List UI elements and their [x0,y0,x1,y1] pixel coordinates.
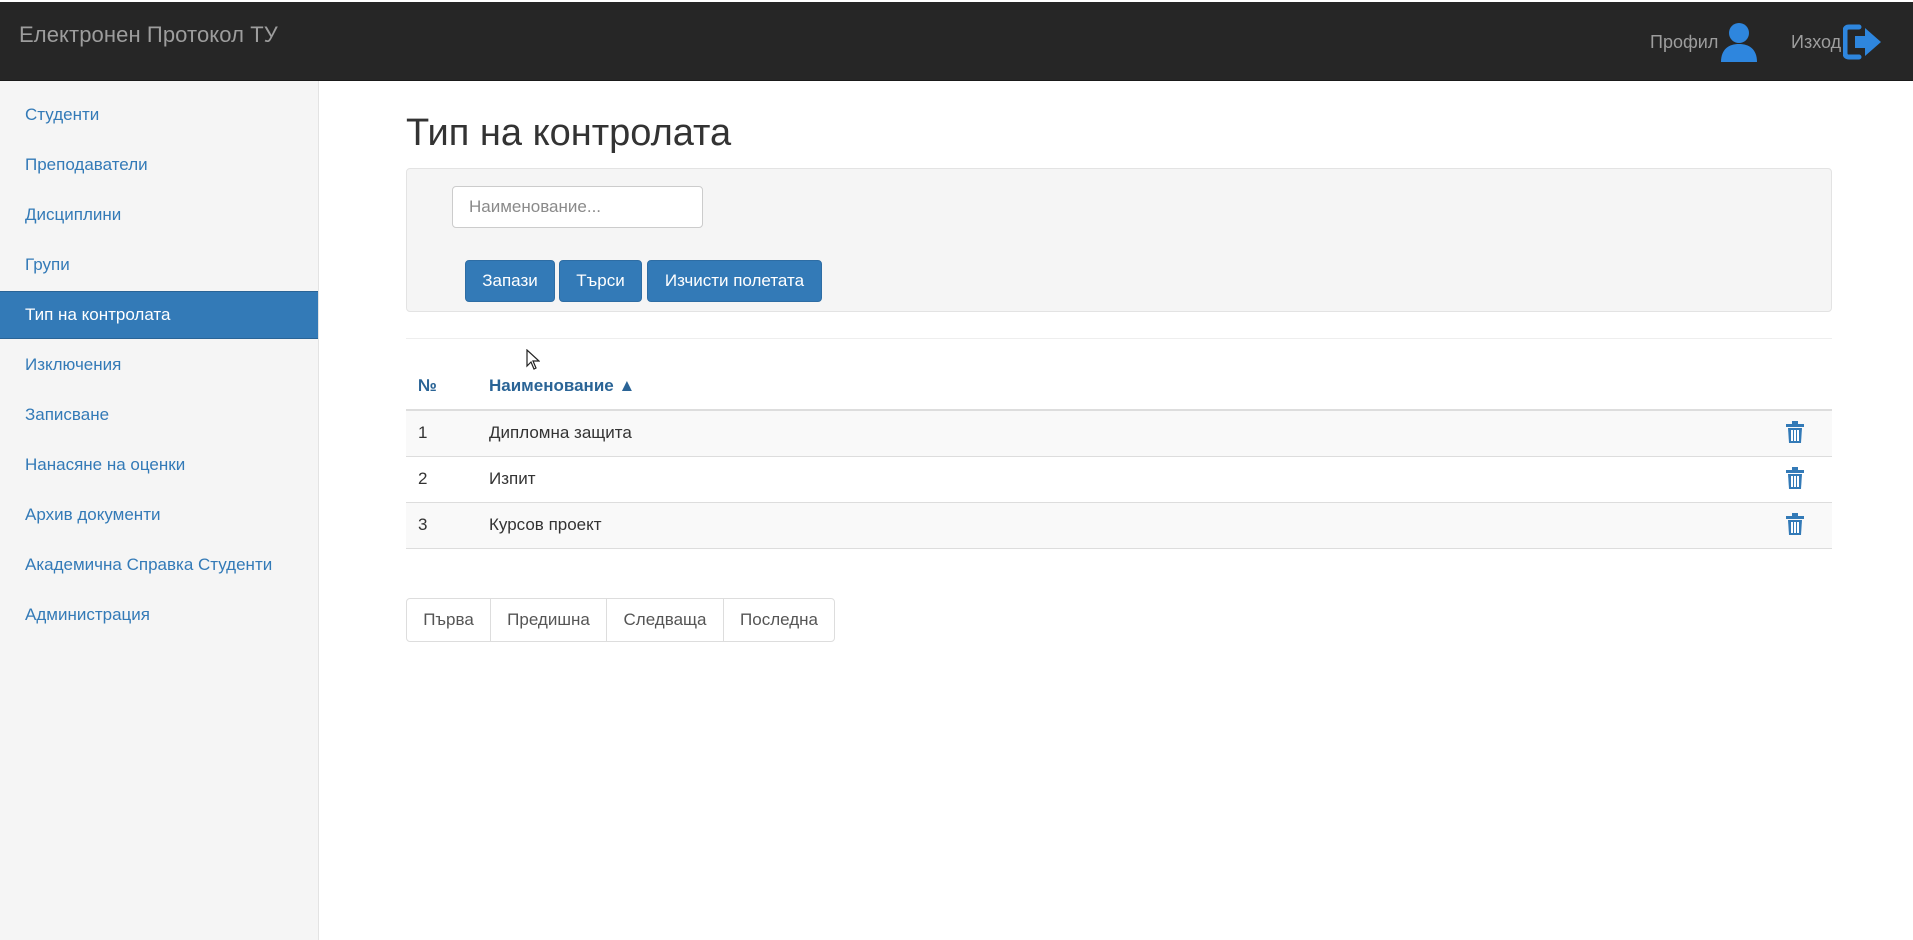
next-page-button[interactable]: Следваща [606,598,724,642]
name-search-input[interactable] [452,186,703,228]
row-number: 3 [418,515,428,534]
table-row: 2 Изпит [406,457,1832,503]
save-button[interactable]: Запази [465,260,555,302]
app-title[interactable]: Електронен Протокол ТУ [19,22,278,48]
column-header-name[interactable]: Наименование ▲ [489,376,635,396]
row-number: 1 [418,423,428,442]
logout-link[interactable]: Изход [1791,18,1883,66]
top-navbar: Електронен Протокол ТУ Профил Изход [0,2,1913,81]
search-button[interactable]: Търси [559,260,642,302]
sidebar-item-exclusions[interactable]: Изключения [0,341,318,389]
trash-icon[interactable] [1786,513,1804,540]
table-row: 1 Дипломна защита [406,411,1832,457]
trash-icon[interactable] [1786,467,1804,494]
row-name: Курсов проект [489,515,602,534]
trash-icon[interactable] [1786,421,1804,448]
sign-out-icon [1843,24,1883,60]
sidebar-item-students[interactable]: Студенти [0,91,318,139]
table-row: 3 Курсов проект [406,503,1832,549]
logout-label: Изход [1791,31,1842,52]
page-title: Тип на контролата [406,112,732,154]
row-number: 2 [418,469,428,488]
sidebar-item-groups[interactable]: Групи [0,241,318,289]
sidebar-item-archive[interactable]: Архив документи [0,491,318,539]
sidebar: Студенти Преподаватели Дисциплини Групи … [0,81,319,940]
first-page-button[interactable]: Първа [406,598,491,642]
divider [406,338,1832,339]
sidebar-item-teachers[interactable]: Преподаватели [0,141,318,189]
profile-label: Профил [1650,31,1719,52]
sidebar-item-administration[interactable]: Администрация [0,591,318,639]
pagination: Първа Предишна Следваща Последна [406,598,835,642]
column-header-number[interactable]: № [418,376,437,396]
user-icon [1720,22,1758,62]
profile-link[interactable]: Профил [1650,18,1758,66]
clear-fields-button[interactable]: Изчисти полетата [647,260,822,302]
row-name: Изпит [489,469,536,488]
last-page-button[interactable]: Последна [723,598,835,642]
sidebar-item-academic-report[interactable]: Академична Справка Студенти [0,541,318,589]
row-name: Дипломна защита [489,423,632,442]
sidebar-item-disciplines[interactable]: Дисциплини [0,191,318,239]
previous-page-button[interactable]: Предишна [490,598,607,642]
sidebar-item-grades[interactable]: Нанасяне на оценки [0,441,318,489]
mouse-cursor-icon [526,348,541,376]
sidebar-item-enrollment[interactable]: Записване [0,391,318,439]
sidebar-item-control-type[interactable]: Тип на контролата [0,291,318,339]
